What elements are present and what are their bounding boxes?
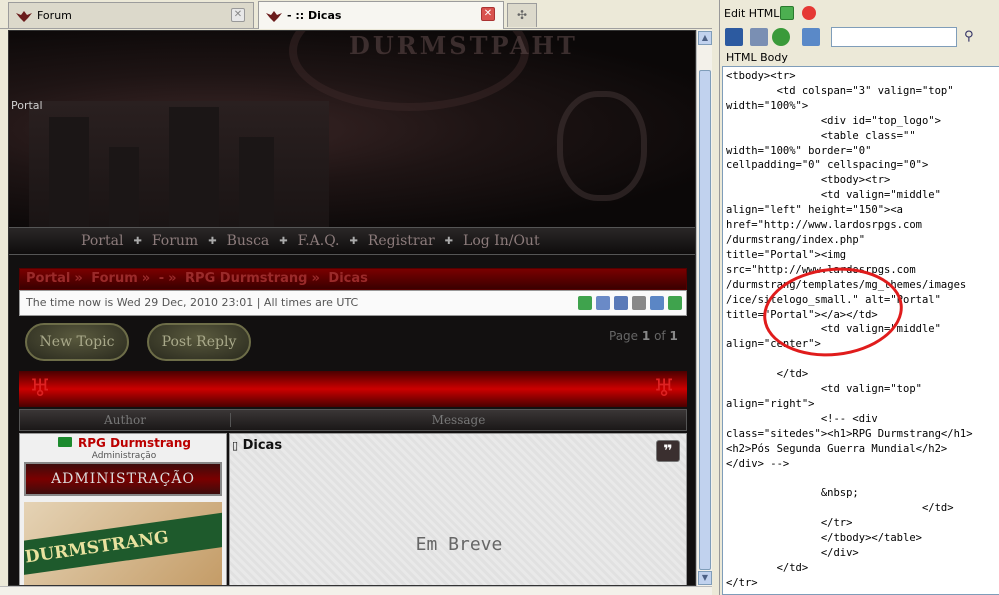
new-window-icon[interactable] [596,296,610,310]
cut-icon[interactable] [750,28,768,46]
crumb-forum[interactable]: Forum [91,271,138,286]
avatar-text: DURMSTRANG [24,508,222,578]
post-reply-button[interactable]: Post Reply [147,323,251,361]
arrow-right-icon[interactable] [668,296,682,310]
post-text: Em Breve [415,534,503,555]
breadcrumb: Portal» Forum» -» RPG Durmstrang» Dicas [19,268,687,290]
eagle-icon [15,8,33,24]
nav-registrar[interactable]: Registrar ✚ [368,233,453,249]
portal-logo-link[interactable]: Portal [11,99,43,112]
pagination: Page 1 of 1 [609,329,678,343]
close-icon[interactable] [802,6,816,20]
search-icon[interactable]: ⚲ [964,29,974,44]
eagle-icon: ♅ [653,374,675,402]
nav-separator-icon: ✚ [208,235,217,247]
close-icon[interactable]: ✕ [231,8,245,22]
document-icon: ▯ [232,439,239,452]
nav-portal[interactable]: Portal ✚ [81,233,142,249]
quote-button[interactable]: ❞ [656,440,680,462]
close-icon[interactable]: ✕ [481,7,495,21]
main-nav: Portal ✚ Forum ✚ Busca ✚ F.A.Q. ✚ Registrar ✚… [9,227,695,255]
post-table-header: Author Message [19,409,687,431]
tab-label: - :: Dicas [287,9,342,22]
browser-window: Forum ✕ - :: Dicas ✕ ✣ DURMSTPAHT Portal [0,0,999,595]
crumb-dicas[interactable]: Dicas [328,271,367,286]
castle-graphic [29,101,329,227]
author-name[interactable]: RPG Durmstrang [78,436,191,450]
image-icon[interactable] [802,28,820,46]
crest-text: DURMSTPAHT [349,31,578,60]
crumb-rpg[interactable]: RPG Durmstrang [185,271,307,286]
web-viewport: DURMSTPAHT Portal Portal ✚ Forum ✚ Busca ✚ … [8,30,696,586]
crumb-portal[interactable]: Portal [26,271,70,286]
pane-header: Edit HTML [720,3,999,23]
eagle-icon: ♅ [29,374,51,402]
refresh-icon[interactable] [772,28,790,46]
arrow-left-icon[interactable] [578,296,592,310]
horizontal-scrollbar[interactable] [0,586,712,595]
scroll-down-icon[interactable]: ▼ [698,571,712,585]
author-column-header: Author [104,413,146,427]
brazil-flag-icon [58,437,72,447]
apply-icon[interactable] [780,6,794,20]
post-author-panel: RPG Durmstrang Administração ADMINISTRAÇ… [19,433,227,585]
admin-rank-badge: ADMINISTRAÇÃO [24,462,222,496]
vertical-scrollbar[interactable]: ▲ ▼ [696,30,712,586]
site-header: DURMSTPAHT Portal [9,31,695,227]
tab-forum[interactable]: Forum ✕ [8,2,254,28]
eagle-icon [265,8,283,24]
author-rank: Administração [91,451,157,461]
mail-icon[interactable] [650,296,664,310]
time-bar: The time now is Wed 29 Dec, 2010 23:01 |… [19,290,687,316]
nav-login[interactable]: Log In/Out [463,233,540,249]
nav-faq[interactable]: F.A.Q. ✚ [298,233,358,249]
copy-icon[interactable] [614,296,628,310]
eagle-emblem [557,91,647,201]
nav-separator-icon: ✚ [444,235,454,247]
tab-bar: Forum ✕ - :: Dicas ✕ ✣ [0,0,712,29]
post-title: ▯ Dicas [232,438,283,453]
avatar: DURMSTRANG [24,502,222,585]
pane-toolbar: ⚲ [720,25,999,49]
save-icon[interactable] [725,28,743,46]
topic-tools [574,296,682,310]
nav-separator-icon: ✚ [279,235,288,247]
scroll-up-icon[interactable]: ▲ [698,31,712,45]
html-body-label: HTML Body [726,51,788,64]
new-topic-button[interactable]: New Topic [25,323,129,361]
crumb-dash[interactable]: - [159,271,164,286]
time-text: The time now is Wed 29 Dec, 2010 23:01 |… [26,296,359,309]
red-banner [19,371,687,407]
post-body: ▯ Dicas ❞ Em Breve [229,433,687,585]
scroll-thumb[interactable] [699,70,711,570]
new-tab-button[interactable]: ✣ [507,3,537,27]
search-input[interactable] [831,27,957,47]
message-column-header: Message [230,413,686,427]
nav-separator-icon: ✚ [133,235,142,247]
nav-forum[interactable]: Forum ✚ [152,233,217,249]
print-icon[interactable] [632,296,646,310]
tab-label: Forum [37,9,72,22]
pane-title: Edit HTML [724,7,780,20]
tab-dicas[interactable]: - :: Dicas ✕ [258,1,504,29]
nav-separator-icon: ✚ [349,235,358,247]
nav-busca[interactable]: Busca ✚ [227,233,288,249]
